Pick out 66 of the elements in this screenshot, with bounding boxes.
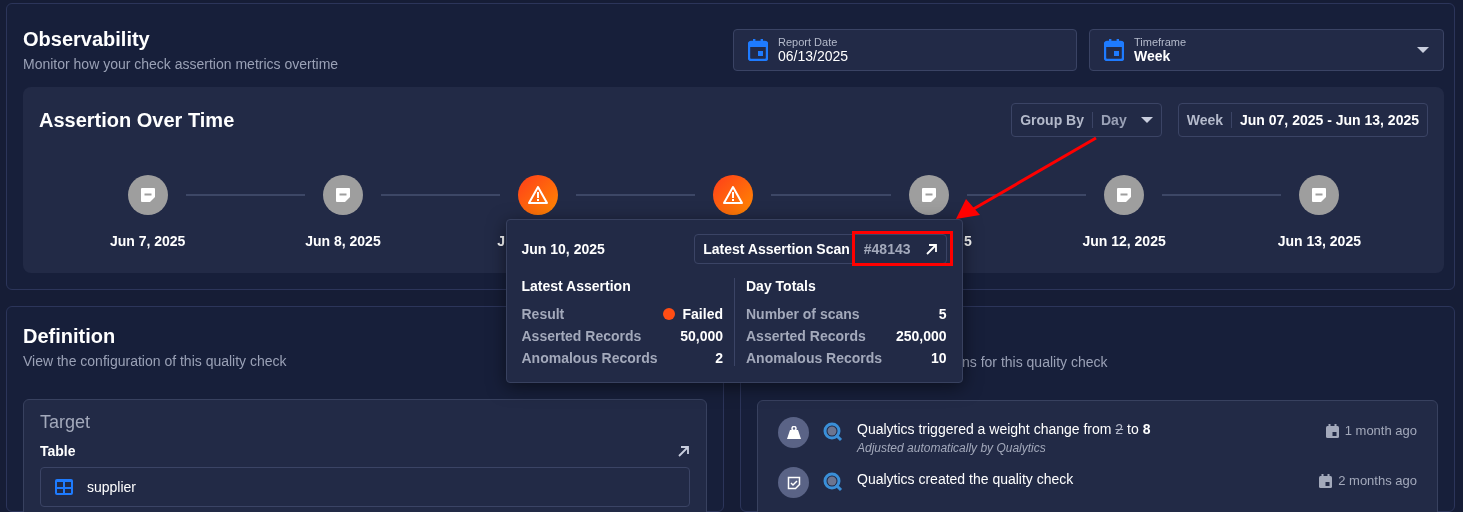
card-title: Target bbox=[40, 412, 92, 433]
metric-value: 250,000 bbox=[895, 328, 947, 344]
node-date: 5 bbox=[964, 233, 972, 249]
node-date: Jun 13, 2025 bbox=[1277, 233, 1361, 249]
page-subtitle: Monitor how your check assertion metrics overtime bbox=[23, 56, 339, 72]
tooltip-date: Jun 10, 2025 bbox=[521, 241, 605, 257]
timeline-node[interactable] bbox=[1299, 175, 1340, 215]
event-time: 2 months ago bbox=[1338, 473, 1417, 488]
page-title: Observability bbox=[23, 28, 150, 51]
caret-icon bbox=[1417, 47, 1429, 53]
metric-label: Result bbox=[521, 306, 565, 322]
calendar-icon bbox=[1325, 423, 1339, 438]
weight-icon bbox=[786, 426, 801, 439]
warning-icon bbox=[723, 186, 744, 204]
timeline-node[interactable] bbox=[518, 175, 559, 215]
report-date-field[interactable]: Report Date 06/13/2025 bbox=[733, 29, 1077, 71]
section-title: Assertion Over Time bbox=[39, 108, 235, 132]
note-icon bbox=[333, 186, 352, 204]
column-title: Day Totals bbox=[746, 278, 817, 294]
metric-value: 2 bbox=[715, 350, 723, 366]
latest-scan-link[interactable]: Latest Assertion Scan #48143 bbox=[694, 234, 947, 264]
table-icon bbox=[55, 479, 73, 495]
metric-label: Asserted Records bbox=[521, 328, 642, 344]
timeframe-select[interactable]: Timeframe Week bbox=[1089, 29, 1444, 71]
metric-label: Asserted Records bbox=[746, 328, 866, 344]
note-icon bbox=[919, 186, 938, 204]
week-range-picker[interactable]: Week Jun 07, 2025 - Jun 13, 2025 bbox=[1177, 103, 1428, 137]
logo-icon bbox=[823, 422, 843, 442]
calendar-icon bbox=[1104, 39, 1124, 61]
note-icon bbox=[1310, 186, 1329, 204]
metric-label: Anomalous Records bbox=[521, 350, 658, 366]
calendar-icon bbox=[1319, 473, 1333, 488]
column-title: Latest Assertion bbox=[521, 278, 632, 294]
table-field[interactable]: supplier bbox=[40, 467, 690, 507]
metric-label: Number of scans bbox=[746, 306, 860, 322]
timeline-node[interactable] bbox=[322, 175, 363, 215]
note-icon bbox=[138, 186, 157, 204]
timeline-node[interactable] bbox=[127, 175, 168, 215]
logo-icon bbox=[823, 472, 843, 492]
metric-value: 5 bbox=[938, 306, 947, 322]
group-by-select[interactable]: Group By Day bbox=[1011, 103, 1162, 137]
field-label: Table bbox=[40, 443, 76, 459]
note-icon bbox=[1115, 186, 1134, 204]
node-date: Jun 12, 2025 bbox=[1082, 233, 1166, 249]
external-link-icon[interactable] bbox=[677, 444, 690, 458]
timeline-node[interactable] bbox=[713, 175, 754, 215]
section-subtitle: ns for this quality check bbox=[962, 354, 1108, 370]
caret-icon bbox=[1140, 117, 1153, 123]
metric-value: 10 bbox=[930, 350, 947, 366]
timeline-node[interactable] bbox=[908, 175, 949, 215]
checked-note-icon bbox=[786, 475, 801, 490]
node-date: Jun 7, 2025 bbox=[109, 233, 186, 249]
warning-icon bbox=[528, 186, 549, 204]
metric-value: 50,000 bbox=[680, 328, 723, 344]
section-title: Definition bbox=[23, 325, 116, 348]
event-text: Qualytics triggered a weight change from 2 to 8 bbox=[857, 421, 1152, 437]
event-note: Adjusted automatically by Qualytics bbox=[857, 441, 1047, 455]
event-text: Qualytics created the quality check bbox=[857, 471, 1075, 487]
metric-label: Anomalous Records bbox=[746, 350, 883, 366]
timeline-node[interactable] bbox=[1104, 175, 1145, 215]
node-date: Jun 8, 2025 bbox=[305, 233, 381, 249]
metric-value: Failed bbox=[682, 306, 723, 322]
section-subtitle: View the configuration of this quality check bbox=[23, 353, 287, 369]
event-time: 1 month ago bbox=[1344, 423, 1417, 438]
calendar-icon bbox=[748, 39, 768, 61]
node-date: J bbox=[497, 233, 505, 249]
